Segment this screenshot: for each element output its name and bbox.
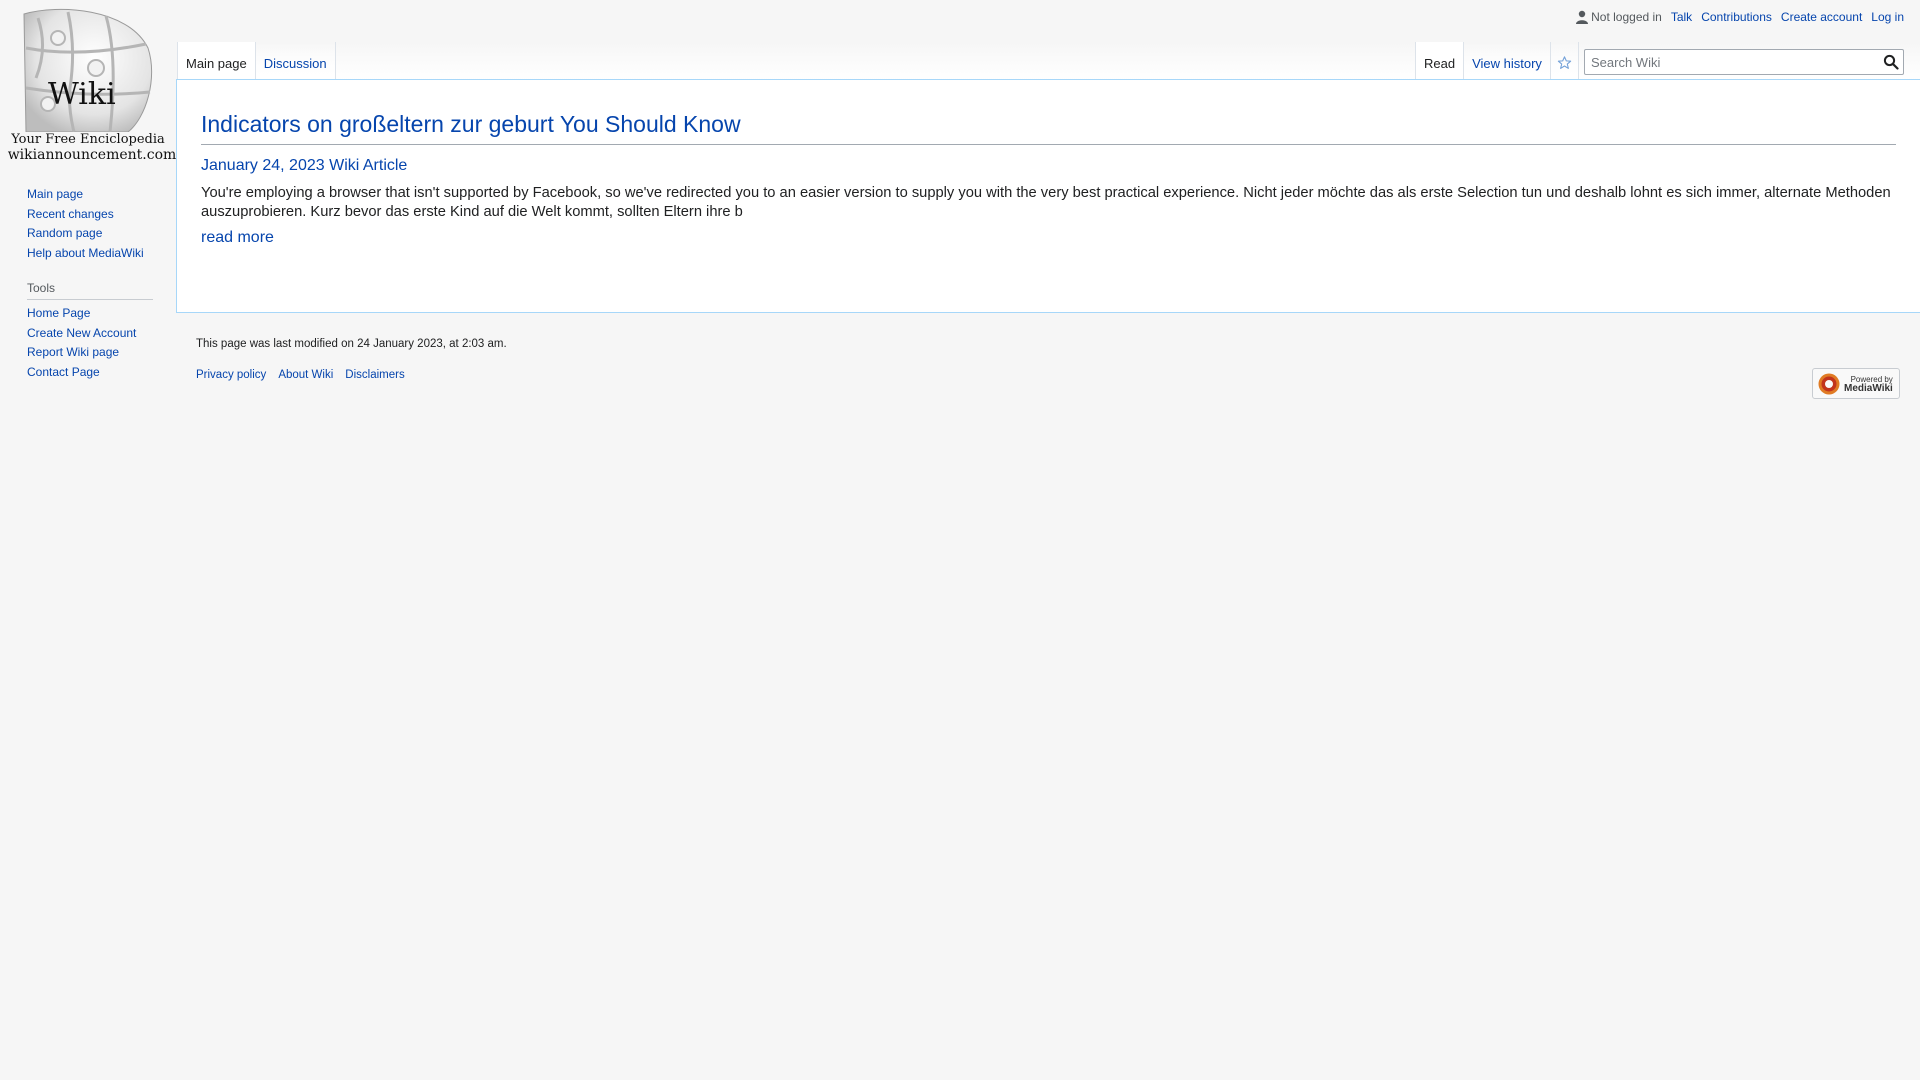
user-icon [1576, 10, 1589, 24]
article-meta[interactable]: January 24, 2023 Wiki Article [201, 157, 407, 175]
search-input[interactable] [1585, 50, 1865, 74]
sidebar-item-main-page[interactable]: Main page [27, 186, 157, 206]
login-status: Not logged in [1576, 10, 1662, 24]
privacy-policy-link[interactable]: Privacy policy [196, 369, 266, 381]
view-tabs: Read View history [1415, 42, 1579, 80]
sidebar-item-contact-page[interactable]: Contact Page [27, 364, 157, 384]
powered-by-line2: MediaWiki [1844, 382, 1893, 394]
disclaimers-link[interactable]: Disclaimers [345, 369, 404, 381]
sidebar-tools: Home Page Create New Account Report Wiki… [27, 305, 157, 383]
watch-star-button[interactable] [1550, 42, 1579, 80]
sidebar-item-home-page[interactable]: Home Page [27, 305, 157, 325]
tab-main-page[interactable]: Main page [177, 42, 256, 80]
content-area: Indicators on großeltern zur geburt You … [176, 79, 1920, 313]
sidebar-item-recent-changes[interactable]: Recent changes [27, 206, 157, 226]
login-status-text: Not logged in [1591, 10, 1662, 24]
sidebar-item-label[interactable]: Report Wiki page [27, 345, 119, 359]
sidebar-item-label[interactable]: Contact Page [27, 365, 100, 379]
namespace-tabs: Main page Discussion [177, 42, 336, 80]
sidebar-item-help[interactable]: Help about MediaWiki [27, 245, 157, 265]
search-icon[interactable] [1883, 54, 1899, 70]
search-box [1584, 49, 1904, 75]
sidebar-navigation: Main page Recent changes Random page Hel… [27, 186, 157, 264]
sidebar-item-report-page[interactable]: Report Wiki page [27, 344, 157, 364]
sidebar-item-create-account[interactable]: Create New Account [27, 325, 157, 345]
create-account-link[interactable]: Create account [1781, 10, 1862, 24]
article-excerpt: You're employing a browser that isn't su… [201, 185, 1891, 220]
sidebar-item-label[interactable]: Home Page [27, 306, 90, 320]
powered-by-mediawiki-badge[interactable]: Powered by MediaWiki [1812, 368, 1900, 399]
mediawiki-flower-icon [1818, 373, 1840, 394]
about-link[interactable]: About Wiki [278, 369, 333, 381]
personal-tools: Not logged in Talk Contributions Create … [1576, 10, 1904, 24]
page-title[interactable]: Indicators on großeltern zur geburt You … [201, 111, 1896, 145]
site-logo[interactable]: Wiki Your Free Enciclopedia wikiannounce… [0, 0, 176, 164]
footer-links: Privacy policy About Wiki Disclaimers [196, 369, 507, 381]
sidebar-item-random-page[interactable]: Random page [27, 225, 157, 245]
log-in-link[interactable]: Log in [1871, 10, 1904, 24]
read-more-link[interactable]: read more [201, 229, 274, 247]
logo-wordmark: Wiki [48, 77, 116, 112]
puzzle-globe-logo: Wiki [23, 8, 152, 132]
logo-tagline: Your Free Enciclopedia [11, 132, 165, 147]
tab-view-history[interactable]: View history [1464, 42, 1551, 80]
contributions-link[interactable]: Contributions [1701, 10, 1772, 24]
tab-read[interactable]: Read [1415, 42, 1465, 80]
sidebar-item-label[interactable]: Main page [27, 187, 83, 201]
logo-domain: wikiannouncement.com [7, 147, 177, 163]
sidebar-item-label[interactable]: Help about MediaWiki [27, 246, 144, 260]
sidebar: Main page Recent changes Random page Hel… [27, 186, 157, 383]
last-modified-text: This page was last modified on 24 Januar… [196, 338, 507, 350]
sidebar-item-label[interactable]: Create New Account [27, 326, 136, 340]
sidebar-tools-heading: Tools [27, 281, 153, 300]
footer: This page was last modified on 24 Januar… [196, 338, 507, 381]
powered-by-text: Powered by MediaWiki [1844, 375, 1893, 394]
talk-link[interactable]: Talk [1671, 10, 1692, 24]
tab-discussion[interactable]: Discussion [255, 42, 336, 80]
sidebar-item-label[interactable]: Random page [27, 226, 102, 240]
star-icon [1557, 56, 1572, 69]
sidebar-item-label[interactable]: Recent changes [27, 207, 114, 221]
